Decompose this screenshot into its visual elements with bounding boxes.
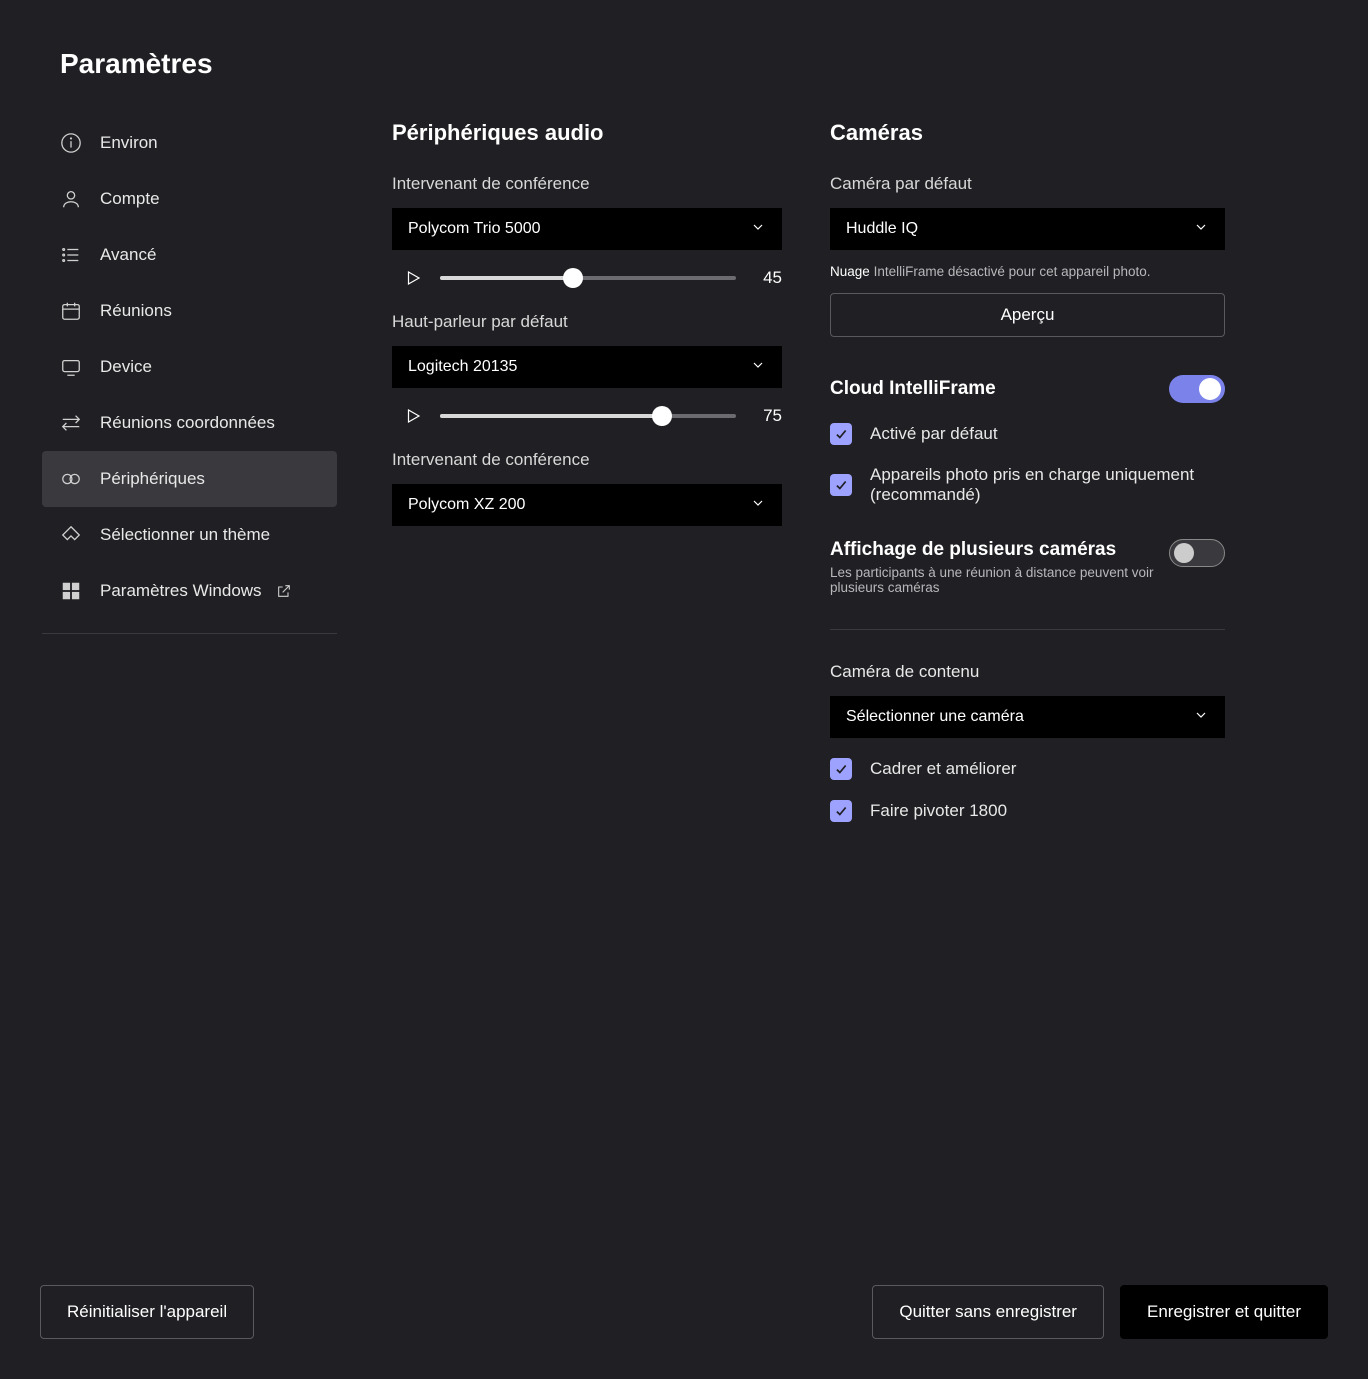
volume-slider[interactable] [440,276,736,280]
sidebar-item-label: Paramètres Windows [100,581,262,601]
sidebar-item-meetings[interactable]: Réunions [42,283,337,339]
play-test-sound-button[interactable] [404,269,422,287]
rotate-row: Faire pivoter 1800 [830,800,1225,822]
sidebar-item-about[interactable]: Environ [42,115,337,171]
supported-only-label: Appareils photo pris en charge uniquemen… [870,465,1225,505]
rotate-label: Faire pivoter 1800 [870,801,1007,821]
info-icon [60,132,82,154]
sidebar: Environ Compte Avancé Réunions Device Ré… [42,115,337,634]
play-test-sound-button[interactable] [404,407,422,425]
volume-value: 75 [754,406,782,426]
volume-value: 45 [754,268,782,288]
theme-icon [60,524,82,546]
crop-enhance-checkbox[interactable] [830,758,852,780]
sidebar-item-label: Device [100,357,152,377]
sidebar-item-label: Périphériques [100,469,205,489]
content-camera-label: Caméra de contenu [830,662,1225,682]
chevron-down-icon [750,219,766,240]
select-value: Logitech 20135 [408,358,517,376]
sidebar-item-device[interactable]: Device [42,339,337,395]
sidebar-item-advanced[interactable]: Avancé [42,227,337,283]
enabled-default-checkbox[interactable] [830,423,852,445]
chevron-down-icon [1193,707,1209,728]
multi-camera-block: Affichage de plusieurs caméras Les parti… [830,539,1225,595]
select-value: Polycom XZ 200 [408,496,525,514]
chevron-down-icon [750,357,766,378]
sidebar-item-label: Avancé [100,245,156,265]
external-link-icon [276,583,292,599]
sidebar-item-label: Compte [100,189,160,209]
chevron-down-icon [750,495,766,516]
crop-enhance-row: Cadrer et améliorer [830,758,1225,780]
intelliframe-note: Nuage IntelliFrame désactivé pour cet ap… [830,264,1225,279]
enabled-default-row: Activé par défaut [830,423,1225,445]
sidebar-separator [42,633,337,634]
select-value: Huddle IQ [846,220,918,238]
conference-speaker-label: Intervenant de conférence [392,174,782,194]
cameras-title: Caméras [830,120,1225,146]
cameras-section: Caméras Caméra par défaut Huddle IQ Nuag… [830,120,1225,822]
reset-device-button[interactable]: Réinitialiser l'appareil [40,1285,254,1339]
content-camera-select[interactable]: Sélectionner une caméra [830,696,1225,738]
account-icon [60,188,82,210]
quit-without-saving-button[interactable]: Quitter sans enregistrer [872,1285,1104,1339]
sidebar-item-account[interactable]: Compte [42,171,337,227]
preview-button[interactable]: Aperçu [830,293,1225,337]
default-camera-label: Caméra par défaut [830,174,1225,194]
select-value: Polycom Trio 5000 [408,220,541,238]
camera-section-separator [830,629,1225,630]
audio-title: Périphériques audio [392,120,782,146]
multi-camera-title: Affichage de plusieurs caméras [830,539,1169,561]
volume-slider[interactable] [440,414,736,418]
default-camera-select[interactable]: Huddle IQ [830,208,1225,250]
footer: Réinitialiser l'appareil Quitter sans en… [0,1285,1368,1339]
select-value: Sélectionner une caméra [846,708,1024,726]
list-icon [60,244,82,266]
default-speaker-volume-row: 75 [392,406,782,426]
enabled-default-label: Activé par défaut [870,424,998,444]
intelliframe-label: Cloud IntelliFrame [830,378,996,400]
default-speaker-label: Haut-parleur par défaut [392,312,782,332]
windows-icon [60,580,82,602]
default-speaker-select[interactable]: Logitech 20135 [392,346,782,388]
rotate-checkbox[interactable] [830,800,852,822]
sidebar-item-peripherals[interactable]: Périphériques [42,451,337,507]
multi-camera-note: Les participants à une réunion à distanc… [830,565,1169,595]
slider-thumb[interactable] [563,268,583,288]
gear-icon [60,468,82,490]
chevron-down-icon [1193,219,1209,240]
conference-speaker2-select[interactable]: Polycom XZ 200 [392,484,782,526]
transfer-icon [60,412,82,434]
calendar-icon [60,300,82,322]
conference-speaker2-label: Intervenant de conférence [392,450,782,470]
multi-camera-toggle[interactable] [1169,539,1225,567]
sidebar-item-label: Environ [100,133,158,153]
conference-speaker-volume-row: 45 [392,268,782,288]
sidebar-item-windows-settings[interactable]: Paramètres Windows [42,563,337,619]
save-and-quit-button[interactable]: Enregistrer et quitter [1120,1285,1328,1339]
sidebar-item-theme[interactable]: Sélectionner un thème [42,507,337,563]
content-area: Périphériques audio Intervenant de confé… [392,120,1225,822]
intelliframe-row: Cloud IntelliFrame [830,375,1225,403]
crop-enhance-label: Cadrer et améliorer [870,759,1016,779]
monitor-icon [60,356,82,378]
sidebar-item-label: Réunions coordonnées [100,413,275,433]
sidebar-item-label: Sélectionner un thème [100,525,270,545]
conference-speaker-select[interactable]: Polycom Trio 5000 [392,208,782,250]
sidebar-item-coordinated[interactable]: Réunions coordonnées [42,395,337,451]
slider-thumb[interactable] [652,406,672,426]
sidebar-item-label: Réunions [100,301,172,321]
audio-section: Périphériques audio Intervenant de confé… [392,120,782,822]
page-title: Paramètres [60,48,213,80]
intelliframe-toggle[interactable] [1169,375,1225,403]
supported-only-checkbox[interactable] [830,474,852,496]
supported-only-row: Appareils photo pris en charge uniquemen… [830,465,1225,505]
